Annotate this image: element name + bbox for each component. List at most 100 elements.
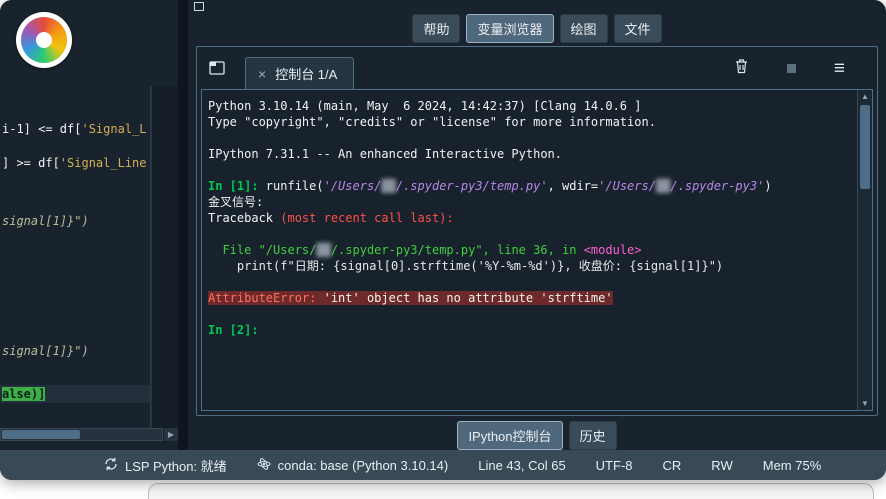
editor-panel[interactable]: i-1] <= df['Signal_L ] >= df['Signal_Line…: [0, 0, 178, 450]
dock-icon[interactable]: [194, 2, 204, 11]
text-segment: /.spyder-py3/temp.py", line 36, in: [331, 243, 584, 257]
text-segment: (most recent call last):: [280, 211, 453, 225]
spyder-logo-swirl: [21, 17, 67, 63]
console-line: Traceback (most recent call last):: [208, 210, 851, 226]
interrupt-kernel-icon[interactable]: [787, 64, 796, 73]
text-segment: ] >= df[: [2, 156, 60, 170]
text-segment: , wdir=: [548, 179, 599, 193]
console-output[interactable]: Python 3.10.14 (main, May 6 2024, 14:42:…: [202, 90, 857, 410]
code-line: alse)]: [2, 387, 45, 401]
plugin-tab-bar: 帮助 变量浏览器 绘图 文件: [188, 12, 886, 44]
console-line: [208, 226, 851, 242]
console-line: Type "copyright", "credits" or "license"…: [208, 114, 851, 130]
lsp-status: LSP Python: 就绪: [104, 456, 227, 475]
pane-top-strip: [188, 0, 886, 12]
console-line: IPython 7.31.1 -- An enhanced Interactiv…: [208, 146, 851, 162]
text-segment: <module>: [584, 243, 642, 257]
text-segment: File "/Users/: [208, 243, 316, 257]
console-body: Python 3.10.14 (main, May 6 2024, 14:42:…: [201, 89, 873, 411]
panel-splitter[interactable]: [178, 0, 188, 450]
conda-env-icon: [257, 457, 271, 474]
text-segment: 'Signal_Line: [60, 156, 147, 170]
console-header-actions: ≡: [734, 58, 867, 79]
encoding-indicator: UTF-8: [596, 458, 633, 473]
console-line: File "/Users/██/.spyder-py3/temp.py", li…: [208, 242, 851, 258]
console-line: [208, 306, 851, 322]
text-segment: '/Users/: [324, 179, 382, 193]
text-segment: /.spyder-py3': [670, 179, 764, 193]
console-tab-label: 控制台 1/A: [275, 64, 337, 83]
console-line: [208, 274, 851, 290]
console-line: print(f"日期: {signal[0].strftime('%Y-%m-%…: [208, 258, 851, 274]
text-segment: 'int' object has no attribute 'strftime': [316, 291, 612, 305]
options-menu-icon[interactable]: ≡: [834, 59, 845, 78]
tab-plots[interactable]: 绘图: [560, 14, 608, 43]
code-line: signal[1]}"): [2, 214, 89, 228]
status-bar: LSP Python: 就绪 conda: base (Python 3.10.…: [0, 450, 886, 480]
conda-env-status[interactable]: conda: base (Python 3.10.14): [257, 457, 449, 474]
text-segment: ██: [316, 243, 330, 257]
text-segment: alse)]: [2, 387, 45, 401]
background-window-edge: [148, 483, 874, 499]
text-segment: AttributeError:: [208, 291, 316, 305]
scrollbar-thumb[interactable]: [2, 430, 80, 439]
ipython-console-pane: × 控制台 1/A ≡ Python 3.10.14 (main, May 6 …: [196, 46, 878, 416]
console-line: AttributeError: 'int' object has no attr…: [208, 290, 851, 306]
text-segment: ): [764, 179, 771, 193]
cursor-position: Line 43, Col 65: [478, 458, 565, 473]
tab-history[interactable]: 历史: [569, 421, 617, 450]
console-tab[interactable]: × 控制台 1/A: [245, 57, 354, 91]
console-window-icon[interactable]: [209, 61, 225, 75]
editor-horizontal-scrollbar[interactable]: [0, 428, 163, 441]
console-vertical-scrollbar[interactable]: ▲ ▼: [857, 90, 872, 410]
console-line: [208, 130, 851, 146]
text-segment: In [1]:: [208, 179, 266, 193]
code-line: i-1] <= df['Signal_L: [2, 122, 147, 136]
text-segment: i-1] <= df[: [2, 122, 81, 136]
text-segment: 'Signal_L: [81, 122, 146, 136]
text-segment: print(f"日期: {signal[0].strftime('%Y-%m-%…: [208, 259, 723, 273]
tab-help[interactable]: 帮助: [412, 14, 460, 43]
tab-ipython-console[interactable]: IPython控制台: [457, 421, 562, 450]
console-line: In [2]:: [208, 322, 851, 338]
lsp-sync-icon: [104, 457, 118, 474]
scroll-up-arrow[interactable]: ▲: [858, 90, 872, 103]
spyder-logo: [16, 12, 72, 68]
console-line: 金叉信号:: [208, 194, 851, 210]
spyder-window: i-1] <= df['Signal_L ] >= df['Signal_Line…: [0, 0, 886, 480]
text-segment: ██: [656, 179, 670, 193]
trash-icon[interactable]: [734, 58, 749, 79]
text-segment: '/Users/: [598, 179, 656, 193]
readwrite-indicator: RW: [711, 458, 732, 473]
console-line: In [1]: runfile('/Users/██/.spyder-py3/t…: [208, 178, 851, 194]
text-segment: /.spyder-py3/temp.py': [396, 179, 548, 193]
eol-indicator: CR: [663, 458, 682, 473]
text-segment: signal[1]}"): [2, 214, 89, 228]
editor-scrollbar-strip[interactable]: [151, 86, 180, 428]
scroll-down-arrow[interactable]: ▼: [858, 397, 872, 410]
scrollbar-track[interactable]: [858, 103, 872, 397]
code-line: ] >= df['Signal_Line: [2, 156, 147, 170]
tab-variable-explorer[interactable]: 变量浏览器: [466, 14, 553, 43]
scroll-right-arrow[interactable]: ▶: [164, 428, 178, 441]
console-line: [208, 162, 851, 178]
console-area: 帮助 变量浏览器 绘图 文件 × 控制台 1/A: [188, 0, 886, 450]
console-bottom-tabs: IPython控制台 历史: [188, 420, 886, 450]
text-segment: Python 3.10.14 (main, May 6 2024, 14:42:…: [208, 99, 641, 113]
text-segment: IPython 7.31.1 -- An enhanced Interactiv…: [208, 147, 562, 161]
text-segment: Traceback: [208, 211, 280, 225]
text-segment: ██: [381, 179, 395, 193]
spyder-logo-core: [36, 32, 52, 48]
conda-env-text: conda: base (Python 3.10.14): [278, 458, 449, 473]
scrollbar-thumb[interactable]: [860, 105, 870, 189]
lsp-status-text: LSP Python: 就绪: [125, 456, 227, 475]
text-segment: In [2]:: [208, 323, 259, 337]
text-segment: Type "copyright", "credits" or "license"…: [208, 115, 656, 129]
console-header: × 控制台 1/A ≡: [197, 47, 877, 89]
close-icon[interactable]: ×: [258, 67, 266, 81]
tab-files[interactable]: 文件: [614, 14, 662, 43]
text-segment: runfile(: [266, 179, 324, 193]
code-line: signal[1]}"): [2, 344, 89, 358]
text-segment: 金叉信号:: [208, 195, 263, 209]
memory-indicator: Mem 75%: [763, 458, 822, 473]
